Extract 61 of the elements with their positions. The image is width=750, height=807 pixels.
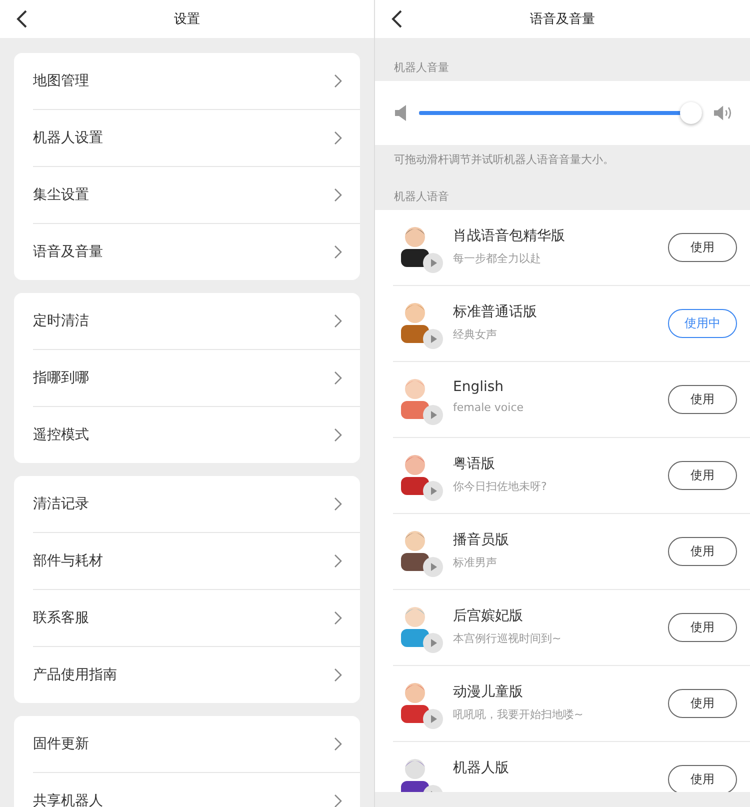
- chevron-icon: [334, 74, 342, 88]
- use-button[interactable]: 使用: [668, 385, 737, 414]
- chevron-icon: [334, 737, 342, 751]
- voice-name: 标准普通话版: [453, 303, 538, 321]
- settings-item[interactable]: 集尘设置: [33, 167, 360, 224]
- voice-description: 本宫例行巡视时间到~: [453, 631, 562, 646]
- chevron-icon: [334, 371, 342, 385]
- use-button[interactable]: 使用: [668, 537, 737, 566]
- chevron-icon: [334, 668, 342, 682]
- chevron-icon: [334, 611, 342, 625]
- chevron-icon: [334, 554, 342, 568]
- voice-description: female voice: [453, 401, 525, 414]
- voice-name: 播音员版: [453, 531, 510, 549]
- chevron-icon: [334, 497, 342, 511]
- hint-text: 可拖动滑杆调节并试听机器人语音音量大小。: [393, 152, 615, 167]
- settings-item[interactable]: 机器人设置: [33, 110, 360, 167]
- chevron-icon: [334, 131, 342, 145]
- use-button[interactable]: 使用: [668, 765, 737, 792]
- settings-item[interactable]: 产品使用指南: [33, 647, 360, 703]
- voice-description: 吼吼吼，我要开始扫地喽~: [453, 707, 584, 722]
- back-icon[interactable]: [16, 10, 28, 28]
- back-icon[interactable]: [391, 10, 403, 28]
- settings-item[interactable]: 清洁记录: [33, 476, 360, 533]
- voice-name: English: [453, 379, 505, 395]
- settings-item[interactable]: 遥控模式: [33, 407, 360, 463]
- settings-item[interactable]: 联系客服: [33, 590, 360, 647]
- chevron-icon: [334, 794, 342, 807]
- screen-title: 设置: [174, 11, 200, 28]
- use-button[interactable]: 使用: [668, 613, 737, 642]
- voice-description: 标准男声: [453, 555, 498, 570]
- use-button[interactable]: 使用: [668, 233, 737, 262]
- speaker-mute-icon: [395, 105, 407, 121]
- settings-item[interactable]: 定时清洁: [33, 293, 360, 350]
- section-label: 机器人语音: [393, 189, 450, 205]
- play-icon[interactable]: [423, 557, 443, 577]
- chevron-icon: [334, 314, 342, 328]
- chevron-icon: [334, 245, 342, 259]
- chevron-icon: [334, 188, 342, 202]
- voice-name: 后宫嫔妃版: [453, 607, 524, 625]
- settings-item[interactable]: 地图管理: [33, 53, 360, 110]
- section-label: 机器人音量: [393, 60, 450, 76]
- screen-title: 语音及音量: [530, 11, 595, 28]
- settings-item[interactable]: 语音及音量: [33, 224, 360, 280]
- voice-description: 经典女声: [453, 327, 498, 342]
- voice-description: 每一步都全力以赴: [453, 251, 542, 266]
- voice-name: 粤语版: [453, 455, 496, 473]
- settings-item[interactable]: 部件与耗材: [33, 533, 360, 590]
- settings-item[interactable]: 固件更新: [33, 716, 360, 773]
- use-button[interactable]: 使用: [668, 461, 737, 490]
- play-icon[interactable]: [423, 253, 443, 273]
- settings-item[interactable]: 指哪到哪: [33, 350, 360, 407]
- slider-thumb[interactable]: [680, 102, 702, 124]
- voice-description: 你今日扫佐地未呀?: [453, 479, 548, 494]
- use-button[interactable]: 使用: [668, 689, 737, 718]
- voice-name: 动漫儿童版: [453, 683, 524, 701]
- settings-item[interactable]: 共享机器人: [33, 773, 360, 807]
- speaker-loud-icon: [714, 105, 734, 121]
- chevron-icon: [334, 428, 342, 442]
- voice-name: 机器人版: [453, 759, 510, 777]
- voice-name: 肖战语音包精华版: [453, 227, 566, 245]
- use-button[interactable]: 使用中: [668, 309, 737, 338]
